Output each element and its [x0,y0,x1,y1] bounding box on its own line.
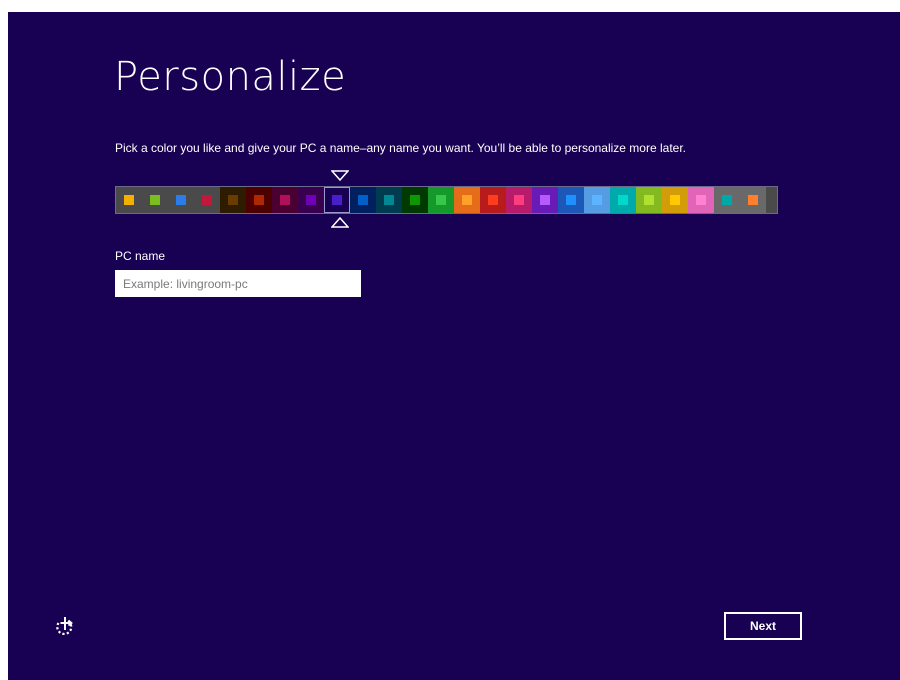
color-swatch[interactable] [246,187,272,213]
color-swatch-accent [696,195,706,205]
color-swatch-accent [280,195,290,205]
color-swatch[interactable] [116,187,142,213]
color-swatch[interactable] [584,187,610,213]
next-button[interactable]: Next [724,612,802,640]
color-swatch[interactable] [506,187,532,213]
color-swatch[interactable] [376,187,402,213]
color-swatch[interactable] [714,187,740,213]
color-swatch-accent [462,195,472,205]
color-swatch-accent [670,195,680,205]
color-swatch[interactable] [740,187,766,213]
color-swatch[interactable] [636,187,662,213]
color-swatch[interactable] [298,187,324,213]
triangle-down-icon [331,170,349,182]
color-swatch-accent [176,195,186,205]
color-picker[interactable] [115,186,778,214]
color-swatch-accent [436,195,446,205]
color-swatch-accent [566,195,576,205]
color-swatch[interactable] [558,187,584,213]
triangle-up-icon [331,217,349,228]
color-swatch-accent [410,195,420,205]
color-swatch-accent [306,195,316,205]
color-swatch-accent [150,195,160,205]
color-swatch[interactable] [688,187,714,213]
color-swatch[interactable] [142,187,168,213]
pc-name-label: PC name [115,249,166,263]
color-swatch-accent [488,195,498,205]
color-swatch-accent [202,195,212,205]
color-swatch-accent [722,195,732,205]
color-swatch-accent [254,195,264,205]
color-swatch-accent [540,195,550,205]
color-swatch[interactable] [324,187,350,213]
pc-name-input[interactable] [115,270,361,297]
color-swatch[interactable] [532,187,558,213]
color-swatch[interactable] [662,187,688,213]
color-swatch[interactable] [454,187,480,213]
color-swatch[interactable] [194,187,220,213]
setup-screen: Personalize Pick a color you like and gi… [8,12,900,680]
color-swatch-accent [618,195,628,205]
color-swatch[interactable] [480,187,506,213]
color-swatch[interactable] [402,187,428,213]
color-swatch-accent [332,195,342,205]
color-swatch-accent [514,195,524,205]
color-swatch-accent [358,195,368,205]
color-swatch-accent [228,195,238,205]
color-swatch[interactable] [272,187,298,213]
color-swatch[interactable] [350,187,376,213]
ease-of-access-icon[interactable] [52,615,76,639]
color-swatch-accent [644,195,654,205]
color-swatch-accent [124,195,134,205]
color-swatch-accent [384,195,394,205]
color-swatch[interactable] [610,187,636,213]
color-swatch[interactable] [168,187,194,213]
color-swatch[interactable] [428,187,454,213]
color-swatch-accent [748,195,758,205]
page-subtitle: Pick a color you like and give your PC a… [115,141,686,155]
color-swatch-accent [592,195,602,205]
page-title: Personalize [114,54,347,100]
color-swatch[interactable] [220,187,246,213]
